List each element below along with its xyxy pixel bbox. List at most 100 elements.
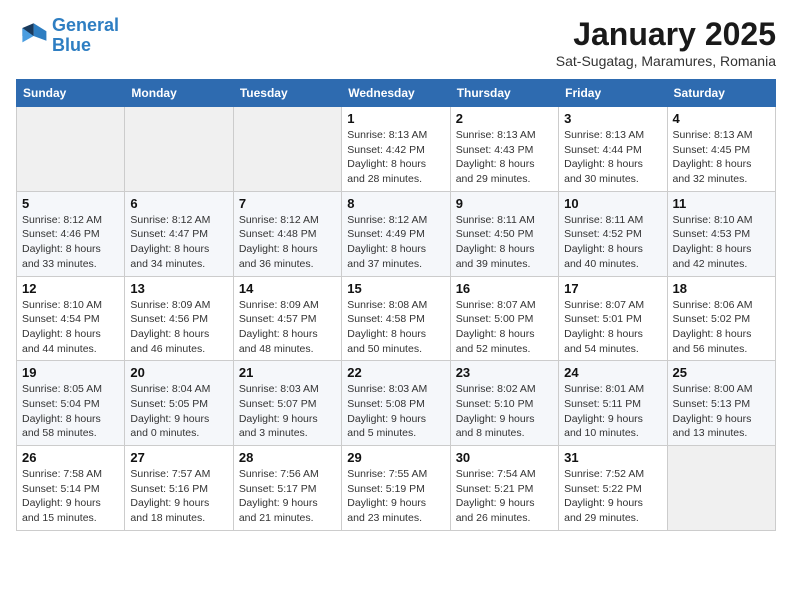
calendar-cell: 7Sunrise: 8:12 AMSunset: 4:48 PMDaylight… <box>233 191 341 276</box>
logo-icon <box>16 20 48 52</box>
calendar-cell: 12 Sunrise: 8:10 AMSunset: 4:54 PMDayligh… <box>17 276 125 361</box>
day-info: Sunrise: 8:02 AMSunset: 5:10 PMDaylight:… <box>456 382 553 441</box>
month-title: January 2025 <box>556 16 776 53</box>
day-info: Sunrise: 7:58 AMSunset: 5:14 PMDaylight:… <box>22 467 119 526</box>
calendar-table: SundayMondayTuesdayWednesdayThursdayFrid… <box>16 79 776 531</box>
calendar-cell: 2 Sunrise: 8:13 AMSunset: 4:43 PMDaylight… <box>450 107 558 192</box>
day-info: Sunrise: 8:11 AMSunset: 4:50 PMDaylight:… <box>456 213 553 272</box>
day-info: Sunrise: 8:05 AMSunset: 5:04 PMDaylight:… <box>22 382 119 441</box>
day-number: 20 <box>130 365 227 380</box>
calendar-cell: 27 Sunrise: 7:57 AMSunset: 5:16 PMDayligh… <box>125 446 233 531</box>
day-info: Sunrise: 8:03 AMSunset: 5:08 PMDaylight:… <box>347 382 444 441</box>
page-header: General Blue January 2025 Sat-Sugatag, M… <box>16 16 776 69</box>
day-number: 25 <box>673 365 770 380</box>
day-number: 27 <box>130 450 227 465</box>
day-number: 9 <box>456 196 553 211</box>
calendar-cell <box>667 446 775 531</box>
calendar-cell: 19 Sunrise: 8:05 AMSunset: 5:04 PMDayligh… <box>17 361 125 446</box>
day-info: Sunrise: 8:07 AMSunset: 5:00 PMDaylight:… <box>456 298 553 357</box>
day-number: 26 <box>22 450 119 465</box>
day-number: 17 <box>564 281 661 296</box>
calendar-week-4: 19 Sunrise: 8:05 AMSunset: 5:04 PMDayligh… <box>17 361 776 446</box>
day-info: Sunrise: 8:07 AMSunset: 5:01 PMDaylight:… <box>564 298 661 357</box>
day-number: 4 <box>673 111 770 126</box>
day-info: Sunrise: 8:10 AMSunset: 4:54 PMDaylight:… <box>22 298 119 357</box>
day-number: 15 <box>347 281 444 296</box>
calendar-cell <box>125 107 233 192</box>
calendar-cell: 31Sunrise: 7:52 AMSunset: 5:22 PMDayligh… <box>559 446 667 531</box>
weekday-header-monday: Monday <box>125 80 233 107</box>
day-number: 1 <box>347 111 444 126</box>
day-info: Sunrise: 8:06 AMSunset: 5:02 PMDaylight:… <box>673 298 770 357</box>
day-info: Sunrise: 7:54 AMSunset: 5:21 PMDaylight:… <box>456 467 553 526</box>
day-number: 2 <box>456 111 553 126</box>
calendar-cell: 22 Sunrise: 8:03 AMSunset: 5:08 PMDayligh… <box>342 361 450 446</box>
day-number: 23 <box>456 365 553 380</box>
day-number: 18 <box>673 281 770 296</box>
calendar-week-2: 5 Sunrise: 8:12 AMSunset: 4:46 PMDaylight… <box>17 191 776 276</box>
day-info: Sunrise: 8:00 AMSunset: 5:13 PMDaylight:… <box>673 382 770 441</box>
calendar-cell: 4 Sunrise: 8:13 AMSunset: 4:45 PMDaylight… <box>667 107 775 192</box>
calendar-cell: 24Sunrise: 8:01 AMSunset: 5:11 PMDayligh… <box>559 361 667 446</box>
weekday-header-friday: Friday <box>559 80 667 107</box>
day-info: Sunrise: 8:13 AMSunset: 4:42 PMDaylight:… <box>347 128 444 187</box>
location: Sat-Sugatag, Maramures, Romania <box>556 53 776 69</box>
calendar-cell: 18 Sunrise: 8:06 AMSunset: 5:02 PMDayligh… <box>667 276 775 361</box>
calendar-week-5: 26 Sunrise: 7:58 AMSunset: 5:14 PMDayligh… <box>17 446 776 531</box>
day-number: 21 <box>239 365 336 380</box>
weekday-header-tuesday: Tuesday <box>233 80 341 107</box>
day-info: Sunrise: 8:13 AMSunset: 4:44 PMDaylight:… <box>564 128 661 187</box>
day-info: Sunrise: 7:56 AMSunset: 5:17 PMDaylight:… <box>239 467 336 526</box>
weekday-header-saturday: Saturday <box>667 80 775 107</box>
title-block: January 2025 Sat-Sugatag, Maramures, Rom… <box>556 16 776 69</box>
day-info: Sunrise: 8:13 AMSunset: 4:45 PMDaylight:… <box>673 128 770 187</box>
day-info: Sunrise: 7:57 AMSunset: 5:16 PMDaylight:… <box>130 467 227 526</box>
day-info: Sunrise: 8:03 AMSunset: 5:07 PMDaylight:… <box>239 382 336 441</box>
day-number: 11 <box>673 196 770 211</box>
day-number: 10 <box>564 196 661 211</box>
calendar-cell: 30 Sunrise: 7:54 AMSunset: 5:21 PMDayligh… <box>450 446 558 531</box>
day-info: Sunrise: 8:08 AMSunset: 4:58 PMDaylight:… <box>347 298 444 357</box>
day-number: 13 <box>130 281 227 296</box>
day-info: Sunrise: 8:04 AMSunset: 5:05 PMDaylight:… <box>130 382 227 441</box>
weekday-header-thursday: Thursday <box>450 80 558 107</box>
calendar-cell: 13Sunrise: 8:09 AMSunset: 4:56 PMDayligh… <box>125 276 233 361</box>
day-number: 3 <box>564 111 661 126</box>
weekday-header-sunday: Sunday <box>17 80 125 107</box>
calendar-cell: 3 Sunrise: 8:13 AMSunset: 4:44 PMDaylight… <box>559 107 667 192</box>
calendar-cell: 1 Sunrise: 8:13 AMSunset: 4:42 PMDaylight… <box>342 107 450 192</box>
calendar-cell: 25 Sunrise: 8:00 AMSunset: 5:13 PMDayligh… <box>667 361 775 446</box>
weekday-header-wednesday: Wednesday <box>342 80 450 107</box>
calendar-week-1: 1 Sunrise: 8:13 AMSunset: 4:42 PMDaylight… <box>17 107 776 192</box>
weekday-header-row: SundayMondayTuesdayWednesdayThursdayFrid… <box>17 80 776 107</box>
day-number: 30 <box>456 450 553 465</box>
calendar-week-3: 12 Sunrise: 8:10 AMSunset: 4:54 PMDayligh… <box>17 276 776 361</box>
calendar-cell: 5 Sunrise: 8:12 AMSunset: 4:46 PMDaylight… <box>17 191 125 276</box>
calendar-cell: 11 Sunrise: 8:10 AMSunset: 4:53 PMDayligh… <box>667 191 775 276</box>
day-number: 22 <box>347 365 444 380</box>
day-info: Sunrise: 8:13 AMSunset: 4:43 PMDaylight:… <box>456 128 553 187</box>
day-info: Sunrise: 8:10 AMSunset: 4:53 PMDaylight:… <box>673 213 770 272</box>
calendar-cell <box>233 107 341 192</box>
day-number: 24 <box>564 365 661 380</box>
calendar-cell: 10 Sunrise: 8:11 AMSunset: 4:52 PMDayligh… <box>559 191 667 276</box>
day-number: 6 <box>130 196 227 211</box>
calendar-cell: 28Sunrise: 7:56 AMSunset: 5:17 PMDayligh… <box>233 446 341 531</box>
day-number: 29 <box>347 450 444 465</box>
day-number: 5 <box>22 196 119 211</box>
calendar-cell: 16Sunrise: 8:07 AMSunset: 5:00 PMDayligh… <box>450 276 558 361</box>
day-number: 19 <box>22 365 119 380</box>
day-info: Sunrise: 8:12 AMSunset: 4:46 PMDaylight:… <box>22 213 119 272</box>
calendar-cell: 29Sunrise: 7:55 AMSunset: 5:19 PMDayligh… <box>342 446 450 531</box>
day-number: 12 <box>22 281 119 296</box>
day-info: Sunrise: 8:12 AMSunset: 4:48 PMDaylight:… <box>239 213 336 272</box>
day-number: 14 <box>239 281 336 296</box>
calendar-cell: 14Sunrise: 8:09 AMSunset: 4:57 PMDayligh… <box>233 276 341 361</box>
calendar-cell: 17 Sunrise: 8:07 AMSunset: 5:01 PMDayligh… <box>559 276 667 361</box>
logo: General Blue <box>16 16 119 56</box>
calendar-cell: 23 Sunrise: 8:02 AMSunset: 5:10 PMDayligh… <box>450 361 558 446</box>
calendar-cell <box>17 107 125 192</box>
calendar-cell: 20 Sunrise: 8:04 AMSunset: 5:05 PMDayligh… <box>125 361 233 446</box>
day-info: Sunrise: 8:11 AMSunset: 4:52 PMDaylight:… <box>564 213 661 272</box>
calendar-cell: 21 Sunrise: 8:03 AMSunset: 5:07 PMDayligh… <box>233 361 341 446</box>
